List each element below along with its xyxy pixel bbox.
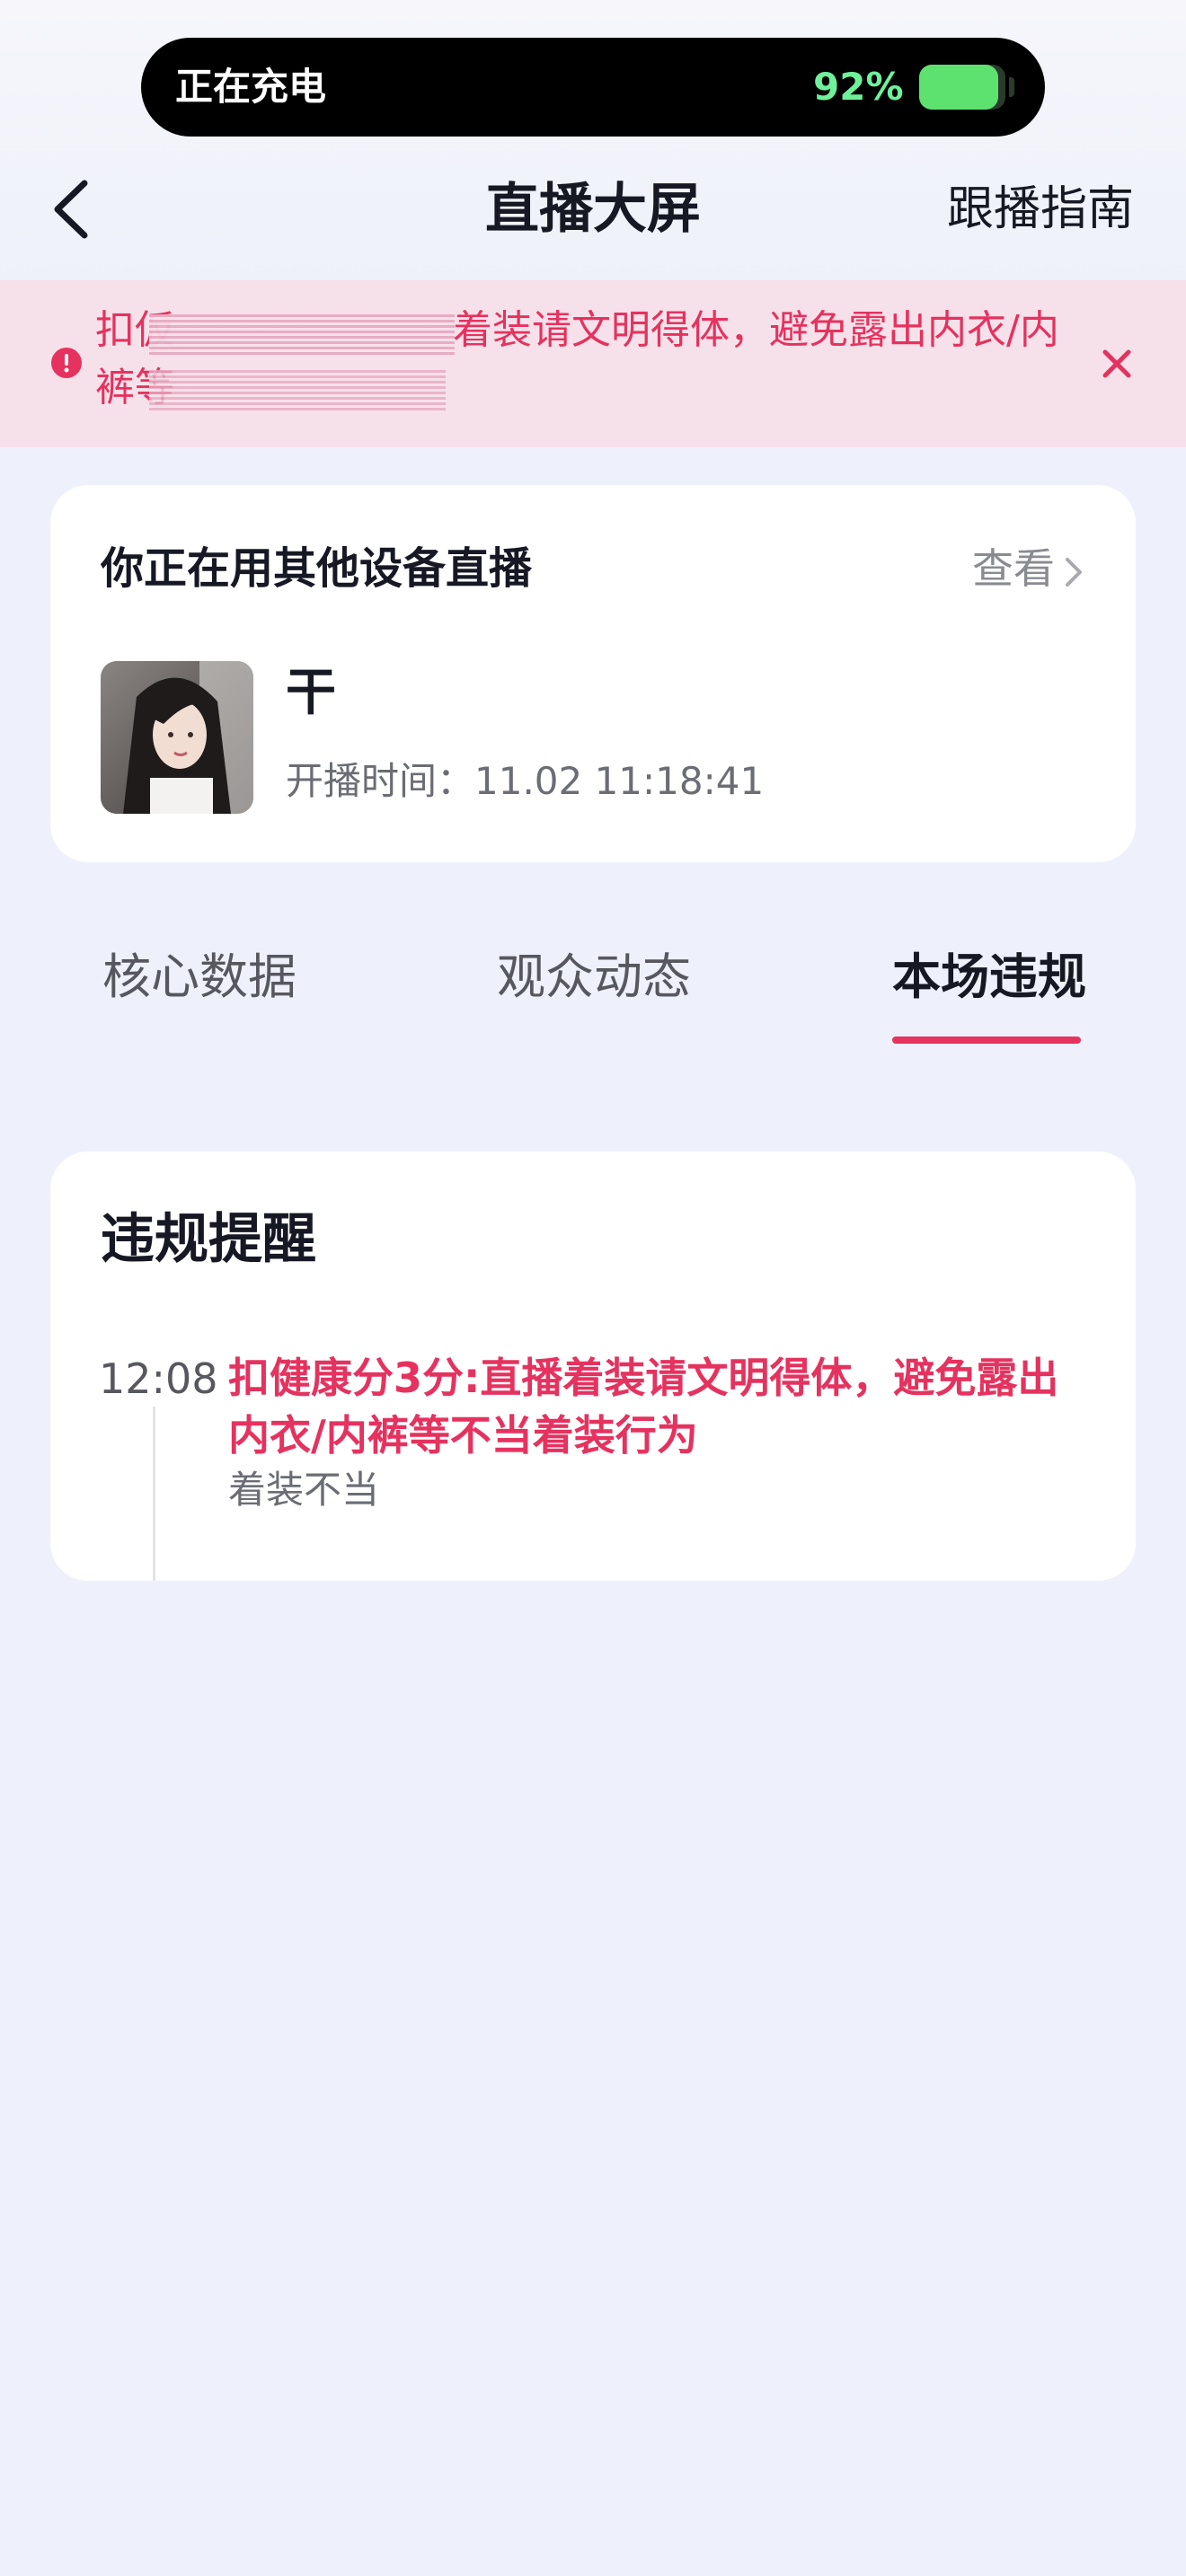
banner-close-button[interactable]	[1094, 341, 1139, 386]
battery-icon	[919, 65, 1005, 110]
other-device-card: 你正在用其他设备直播 查看 干 开播时间：11.02 11:18:41	[50, 485, 1136, 862]
tab-core-data[interactable]: 核心数据	[102, 943, 296, 1011]
view-label: 查看	[972, 544, 1055, 593]
guide-link[interactable]: 跟播指南	[947, 171, 1134, 248]
timeline-line	[153, 1407, 155, 1581]
violation-time: 12:08	[99, 1354, 218, 1403]
tab-violations[interactable]: 本场违规	[892, 943, 1086, 1011]
banner-line-1-suffix: 着装请文明得体，避免露出内衣/内	[453, 307, 1059, 353]
close-icon	[1102, 349, 1131, 378]
start-time: 开播时间：11.02 11:18:41	[286, 759, 765, 803]
battery-cap	[1009, 77, 1014, 97]
active-tab-indicator	[892, 1037, 1081, 1044]
device-card-title: 你正在用其他设备直播	[101, 543, 533, 594]
charging-status: 正在充电	[175, 65, 327, 109]
user-name: 干	[286, 664, 336, 722]
redacted-text	[149, 370, 446, 413]
chevron-right-icon	[1066, 557, 1082, 587]
violation-category: 着装不当	[228, 1468, 380, 1512]
violation-card: 违规提醒 12:08 扣健康分3分:直播着装请文明得体，避免露出内衣/内裤等不当…	[50, 1151, 1136, 1581]
tab-audience-activity[interactable]: 观众动态	[497, 943, 691, 1011]
violation-text: 扣健康分3分:直播着装请文明得体，避免露出内衣/内裤等不当着装行为	[228, 1354, 1059, 1460]
exclamation-circle-icon	[51, 348, 82, 378]
avatar-photo	[101, 661, 253, 814]
battery-level-fill	[919, 65, 999, 110]
violation-card-title: 违规提醒	[101, 1208, 316, 1271]
view-button[interactable]: 查看	[972, 537, 1084, 600]
redacted-text	[149, 314, 455, 357]
battery-percent: 92%	[813, 65, 904, 109]
avatar[interactable]	[101, 661, 253, 814]
dynamic-island: 正在充电 92%	[141, 38, 1045, 137]
